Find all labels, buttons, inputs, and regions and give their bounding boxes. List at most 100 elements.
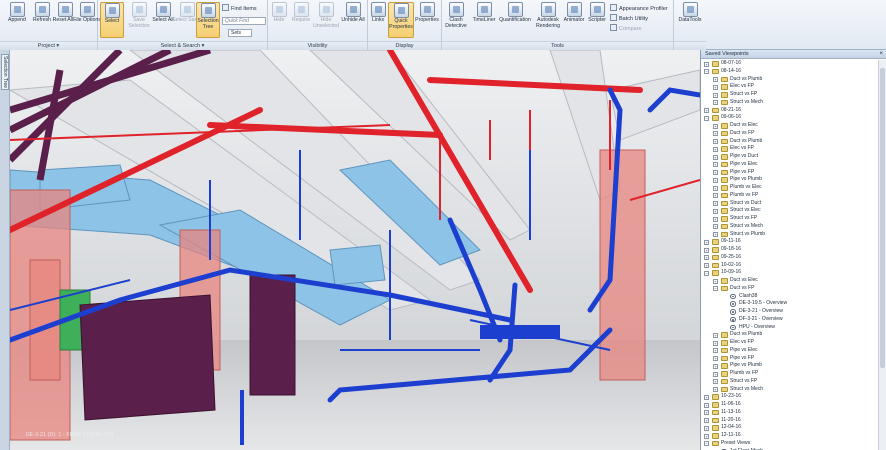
tree-folder[interactable]: + Struct vs Elec: [701, 207, 878, 215]
ribbon-group-label[interactable]: Select & Search ▾: [98, 41, 267, 50]
hide-unselected-button[interactable]: Hide Unselected: [312, 2, 340, 38]
expand-icon[interactable]: +: [713, 332, 718, 338]
expand-icon[interactable]: +: [713, 185, 718, 191]
expand-icon[interactable]: +: [704, 247, 709, 253]
require-button[interactable]: Require: [290, 2, 312, 38]
batch-utility-button[interactable]: Batch Utility: [610, 14, 648, 23]
tree-folder[interactable]: +09-18-16: [701, 246, 878, 254]
quantification-button[interactable]: Quantification: [498, 2, 532, 38]
expand-icon[interactable]: +: [713, 208, 718, 214]
expand-icon[interactable]: +: [713, 379, 718, 385]
tree-folder[interactable]: + Plumb vs Elec: [701, 184, 878, 192]
tree-folder[interactable]: +11-20-16: [701, 417, 878, 425]
expand-icon[interactable]: +: [713, 170, 718, 175]
clash-detective-button[interactable]: Clash Detective: [442, 2, 470, 38]
sets-dropdown[interactable]: Sets: [228, 29, 252, 37]
tree-folder[interactable]: +08-07-16: [701, 60, 878, 68]
tree-folder[interactable]: +09-11-16: [701, 238, 878, 246]
expand-icon[interactable]: +: [704, 263, 709, 268]
unhide-all-button[interactable]: Unhide All: [340, 2, 366, 38]
tree-folder[interactable]: + Elec vs FP: [701, 145, 878, 153]
tree-folder[interactable]: + Elec vs FP: [701, 83, 878, 91]
selection-tree-tab[interactable]: Selection Tree: [1, 54, 9, 90]
collapse-icon[interactable]: −: [713, 286, 718, 292]
tree-folder[interactable]: +12-11-16: [701, 432, 878, 440]
expand-icon[interactable]: +: [704, 410, 709, 416]
expand-icon[interactable]: +: [704, 418, 709, 423]
expand-icon[interactable]: +: [704, 108, 709, 113]
expand-icon[interactable]: +: [713, 177, 718, 183]
tree-folder[interactable]: − 10-09-16: [701, 269, 878, 277]
quick-find-input[interactable]: Quick Find: [222, 17, 266, 25]
tree-folder[interactable]: + Struct vs Mech: [701, 386, 878, 394]
tree-folder[interactable]: + Struct vs FP: [701, 91, 878, 99]
tree-folder[interactable]: +11-13-16: [701, 409, 878, 417]
expand-icon[interactable]: +: [713, 154, 718, 160]
expand-icon[interactable]: +: [713, 387, 718, 392]
compare-button[interactable]: Compare: [610, 24, 642, 33]
expand-icon[interactable]: +: [713, 123, 718, 129]
tree-folder[interactable]: +10-02-16: [701, 262, 878, 270]
scripter-button[interactable]: Scripter: [586, 2, 608, 38]
expand-icon[interactable]: +: [713, 371, 718, 377]
collapse-icon[interactable]: −: [704, 441, 709, 447]
tree-folder[interactable]: + Duct vs Plumb: [701, 76, 878, 84]
tree-folder[interactable]: + Duct vs Elec: [701, 277, 878, 285]
expand-icon[interactable]: +: [713, 348, 718, 354]
scrollbar-thumb[interactable]: [880, 68, 885, 368]
tree-folder[interactable]: + Struct vs Duct: [701, 200, 878, 208]
tree-folder[interactable]: + Pipe vs Elec: [701, 347, 878, 355]
tree-folder[interactable]: + Duct vs Plumb: [701, 138, 878, 146]
tree-folder[interactable]: +12-04-16: [701, 424, 878, 432]
close-icon[interactable]: ×: [879, 50, 883, 59]
animator-button[interactable]: Animator: [562, 2, 586, 38]
expand-icon[interactable]: +: [704, 394, 709, 400]
hide-button[interactable]: Hide: [268, 2, 290, 38]
expand-icon[interactable]: +: [713, 224, 718, 230]
expand-icon[interactable]: +: [713, 162, 718, 168]
expand-icon[interactable]: +: [704, 239, 709, 245]
tree-folder[interactable]: + Plumb vs FP: [701, 192, 878, 200]
expand-icon[interactable]: +: [713, 363, 718, 369]
ribbon-group-label[interactable]: Project ▾: [0, 41, 97, 50]
collapse-icon[interactable]: −: [704, 270, 709, 276]
expand-icon[interactable]: +: [713, 139, 718, 144]
tree-viewpoint[interactable]: HPU - Overview: [701, 324, 878, 332]
expand-icon[interactable]: +: [713, 100, 718, 106]
tree-folder[interactable]: + Pipe vs Duct: [701, 153, 878, 161]
tree-folder[interactable]: + Struct vs Mech: [701, 99, 878, 107]
tree-folder[interactable]: + Pipe vs FP: [701, 169, 878, 177]
expand-icon[interactable]: +: [704, 425, 709, 431]
tree-folder[interactable]: + Struct vs FP: [701, 215, 878, 223]
find-items-button[interactable]: Find Items: [222, 4, 257, 13]
expand-icon[interactable]: +: [713, 193, 718, 199]
expand-icon[interactable]: +: [713, 216, 718, 222]
selection-tree-button[interactable]: Selection Tree: [196, 2, 220, 38]
expand-icon[interactable]: +: [713, 278, 718, 284]
collapse-icon[interactable]: −: [704, 115, 709, 121]
expand-icon[interactable]: +: [713, 201, 718, 206]
tree-viewpoint[interactable]: Clash38: [701, 293, 878, 301]
links-button[interactable]: Links: [368, 2, 388, 38]
tree-folder[interactable]: − Preset Views: [701, 440, 878, 448]
expand-icon[interactable]: +: [713, 146, 718, 152]
tree-viewpoint[interactable]: DE-3-19.5 - Overview: [701, 300, 878, 308]
tree-folder[interactable]: − 09-06-16: [701, 114, 878, 122]
tree-folder[interactable]: + Plumb vs FP: [701, 370, 878, 378]
expand-icon[interactable]: +: [713, 356, 718, 361]
tree-folder[interactable]: + Duct vs Plumb: [701, 331, 878, 339]
tree-folder[interactable]: + Struct vs Plumb: [701, 231, 878, 239]
expand-icon[interactable]: +: [704, 61, 709, 67]
expand-icon[interactable]: +: [713, 77, 718, 82]
tree-viewpoint[interactable]: DE-3-21 - Overview: [701, 308, 878, 316]
expand-icon[interactable]: +: [713, 131, 718, 137]
tree-viewpoint[interactable]: DF-3-21 - Overview: [701, 316, 878, 324]
expand-icon[interactable]: +: [713, 340, 718, 346]
properties-button[interactable]: Properties: [414, 2, 440, 38]
expand-icon[interactable]: +: [713, 92, 718, 98]
3d-viewport[interactable]: DE-3-21 (D): 1 - FIRST FLOOR (B1): [10, 50, 700, 450]
expand-icon[interactable]: +: [704, 402, 709, 408]
tree-folder[interactable]: +11-06-16: [701, 401, 878, 409]
vertical-scrollbar[interactable]: [878, 60, 886, 450]
collapse-icon[interactable]: −: [704, 69, 709, 75]
